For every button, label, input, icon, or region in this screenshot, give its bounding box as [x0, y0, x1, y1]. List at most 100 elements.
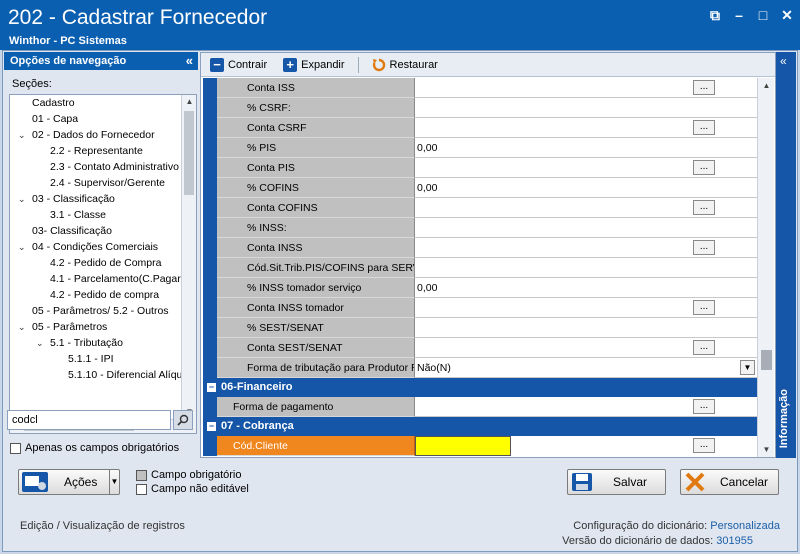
- grid-row-forma-pagamento: Forma de pagamento ...: [203, 397, 757, 417]
- tree-item-label: 4.1 - Parcelamento(C.Pagar): [50, 273, 185, 285]
- tree-list: Cadastro 01 - Capa ⌄ 02 - Dados do Forneced…: [10, 95, 196, 383]
- search-input[interactable]: codcl: [7, 410, 171, 430]
- expand-button[interactable]: + Expandir: [280, 57, 347, 72]
- lookup-button[interactable]: ...: [693, 340, 715, 355]
- toolbar-divider: [357, 56, 359, 73]
- checkbox-box[interactable]: [10, 442, 21, 454]
- lookup-button[interactable]: ...: [693, 80, 715, 95]
- scroll-up-icon[interactable]: ▲: [182, 95, 196, 109]
- tree-item[interactable]: ⌄ 05 - Parâmetros: [10, 319, 196, 335]
- tree-item[interactable]: 4.2 - Pedido de compra: [10, 287, 196, 303]
- minimize-button[interactable]: –: [732, 8, 746, 22]
- dropdown-arrow-icon[interactable]: ▼: [740, 360, 755, 375]
- section-collapse-icon[interactable]: −: [207, 383, 216, 392]
- section-financeiro[interactable]: − 06-Financeiro: [203, 378, 757, 397]
- tree-item[interactable]: 3.1 - Classe: [10, 207, 196, 223]
- actions-button[interactable]: Ações ▼: [18, 469, 120, 495]
- grid-row: % INSS:: [203, 218, 757, 238]
- collapse-button[interactable]: − Contrair: [207, 57, 270, 72]
- lookup-button[interactable]: ...: [693, 120, 715, 135]
- maximize-button[interactable]: □: [756, 8, 770, 22]
- section-collapse-icon[interactable]: −: [207, 422, 216, 431]
- lookup-button[interactable]: ...: [693, 300, 715, 315]
- tree-item-label: 05 - Parâmetros: [32, 321, 108, 333]
- tree-item[interactable]: ⌄ 03 - Classificação: [10, 191, 196, 207]
- dict-config-value: Personalizada: [710, 520, 780, 532]
- tree-item[interactable]: 2.3 - Contato Administrativo: [10, 159, 196, 175]
- tree-item[interactable]: ⌄ 02 - Dados do Fornecedor: [10, 127, 196, 143]
- collapse-nav-icon[interactable]: «: [186, 53, 193, 68]
- tree-expander-icon[interactable]: ⌄: [18, 319, 26, 335]
- sections-tree[interactable]: Cadastro 01 - Capa ⌄ 02 - Dados do Forneced…: [9, 94, 197, 434]
- grid-row: Conta ISS...: [203, 78, 757, 98]
- row-value-field[interactable]: 0,00: [415, 278, 757, 298]
- actions-label: Ações: [64, 475, 98, 489]
- grid-vertical-scrollbar[interactable]: ▲ ▼: [757, 78, 774, 457]
- info-side-panel[interactable]: « Informação: [776, 52, 796, 458]
- tree-item-label: 5.1 - Tributação: [50, 337, 123, 349]
- row-value-field[interactable]: Não(N): [415, 358, 757, 378]
- tree-vertical-scrollbar[interactable]: ▲ ▼: [181, 95, 196, 433]
- search-button[interactable]: [173, 410, 193, 430]
- row-value-field[interactable]: 0,00: [415, 178, 757, 198]
- actions-icon: [22, 472, 48, 492]
- tree-expander-icon[interactable]: ⌄: [36, 335, 44, 351]
- tree-item-label: 5.1.1 - IPI: [68, 353, 114, 365]
- tree-item[interactable]: ⌄ 04 - Condições Comerciais: [10, 239, 196, 255]
- scroll-down-icon[interactable]: ▼: [758, 445, 775, 454]
- tree-item[interactable]: 05 - Parâmetros/ 5.2 - Outros: [10, 303, 196, 319]
- tree-expander-icon[interactable]: ⌄: [18, 239, 26, 255]
- lookup-button[interactable]: ...: [693, 438, 715, 453]
- lookup-button[interactable]: ...: [693, 160, 715, 175]
- row-value-field[interactable]: [415, 98, 757, 118]
- restore-button[interactable]: Restaurar: [369, 58, 441, 72]
- tree-expander-icon[interactable]: ⌄: [18, 191, 26, 207]
- tree-item[interactable]: 4.1 - Parcelamento(C.Pagar): [10, 271, 196, 287]
- tree-item-label: 03 - Classificação: [32, 193, 115, 205]
- row-value-field[interactable]: [415, 318, 757, 338]
- row-label: Conta ISS: [217, 78, 415, 98]
- grid-row: % INSS tomador serviço 0,00: [203, 278, 757, 298]
- scroll-thumb[interactable]: [761, 350, 772, 370]
- tree-item[interactable]: 5.1.10 - Diferencial Alíquota: [10, 367, 196, 383]
- collapse-info-icon[interactable]: «: [780, 54, 787, 68]
- row-label: % PIS: [217, 138, 415, 158]
- row-label: Conta COFINS: [217, 198, 415, 218]
- lookup-button[interactable]: ...: [693, 240, 715, 255]
- scroll-up-icon[interactable]: ▲: [758, 81, 775, 90]
- legend-swatch: [136, 469, 147, 481]
- tree-item[interactable]: ⌄ 5.1 - Tributação: [10, 335, 196, 351]
- tree-item[interactable]: 2.2 - Representante: [10, 143, 196, 159]
- dropdown-arrow-icon[interactable]: ▼: [109, 470, 119, 494]
- save-button[interactable]: Salvar: [567, 469, 666, 495]
- tree-item-label: 2.3 - Contato Administrativo: [50, 161, 179, 173]
- row-label: % CSRF:: [217, 98, 415, 118]
- minus-icon: −: [210, 57, 224, 72]
- grid-row: % PIS 0,00: [203, 138, 757, 158]
- grid-row: Conta COFINS...: [203, 198, 757, 218]
- lookup-button[interactable]: ...: [693, 399, 715, 414]
- cancel-button[interactable]: Cancelar: [680, 469, 779, 495]
- tree-item[interactable]: 03- Classificação: [10, 223, 196, 239]
- tree-expander-icon[interactable]: ⌄: [18, 127, 26, 143]
- tree-item[interactable]: Cadastro: [10, 95, 196, 111]
- row-value-field[interactable]: [415, 258, 757, 278]
- grid-row: Conta INSS...: [203, 238, 757, 258]
- tree-item[interactable]: 4.2 - Pedido de Compra: [10, 255, 196, 271]
- tree-item-label: 01 - Capa: [32, 113, 79, 125]
- tree-item[interactable]: 01 - Capa: [10, 111, 196, 127]
- cod-cliente-field[interactable]: [415, 436, 511, 456]
- row-label: Forma de pagamento: [217, 397, 415, 417]
- navigation-panel: Opções de navegação « Seções: Cadastro 01…: [4, 52, 198, 462]
- close-button[interactable]: ✕: [780, 8, 794, 22]
- scroll-thumb[interactable]: [184, 111, 194, 195]
- lookup-button[interactable]: ...: [693, 200, 715, 215]
- row-value-field[interactable]: [415, 218, 757, 238]
- restore-window-button[interactable]: ⧉: [708, 8, 722, 22]
- tree-item[interactable]: 5.1.1 - IPI: [10, 351, 196, 367]
- tree-item[interactable]: 2.4 - Supervisor/Gerente: [10, 175, 196, 191]
- row-value-field[interactable]: 0,00: [415, 138, 757, 158]
- section-cobranca[interactable]: − 07 - Cobrança: [203, 417, 757, 436]
- only-required-checkbox[interactable]: Apenas os campos obrigatórios: [10, 442, 179, 454]
- save-label: Salvar: [613, 475, 648, 489]
